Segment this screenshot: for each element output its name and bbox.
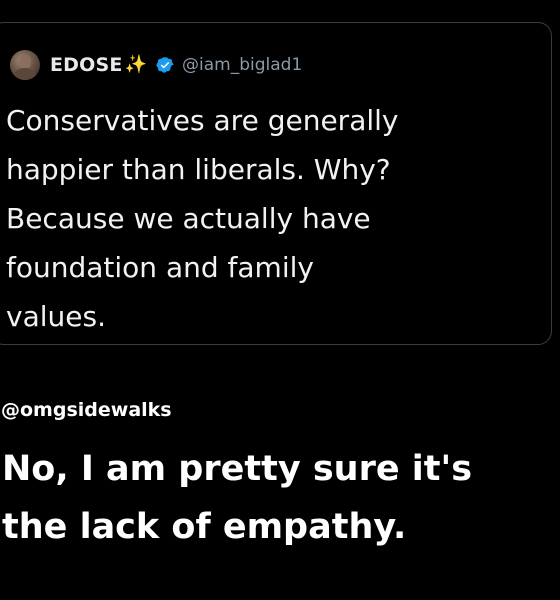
verified-badge-icon — [156, 57, 174, 73]
avatar-face — [19, 55, 31, 69]
reply-text: No, I am pretty sure it's the lack of em… — [2, 449, 473, 547]
quoted-tweet-text: Conservatives are generally happier than… — [6, 104, 399, 333]
quoted-tweet-header: EDOSE ✨ @iam_biglad1 — [10, 50, 302, 80]
avatar[interactable] — [10, 50, 40, 80]
avatar-shoulders — [14, 68, 36, 80]
reply-author-handle[interactable]: @omgsidewalks — [1, 399, 172, 421]
author-handle[interactable]: @iam_biglad1 — [182, 55, 302, 75]
quoted-tweet-card[interactable]: EDOSE ✨ @iam_biglad1 Conservatives are g… — [0, 22, 552, 345]
author-display-name[interactable]: EDOSE — [50, 54, 123, 76]
sparkles-icon: ✨ — [124, 54, 147, 75]
